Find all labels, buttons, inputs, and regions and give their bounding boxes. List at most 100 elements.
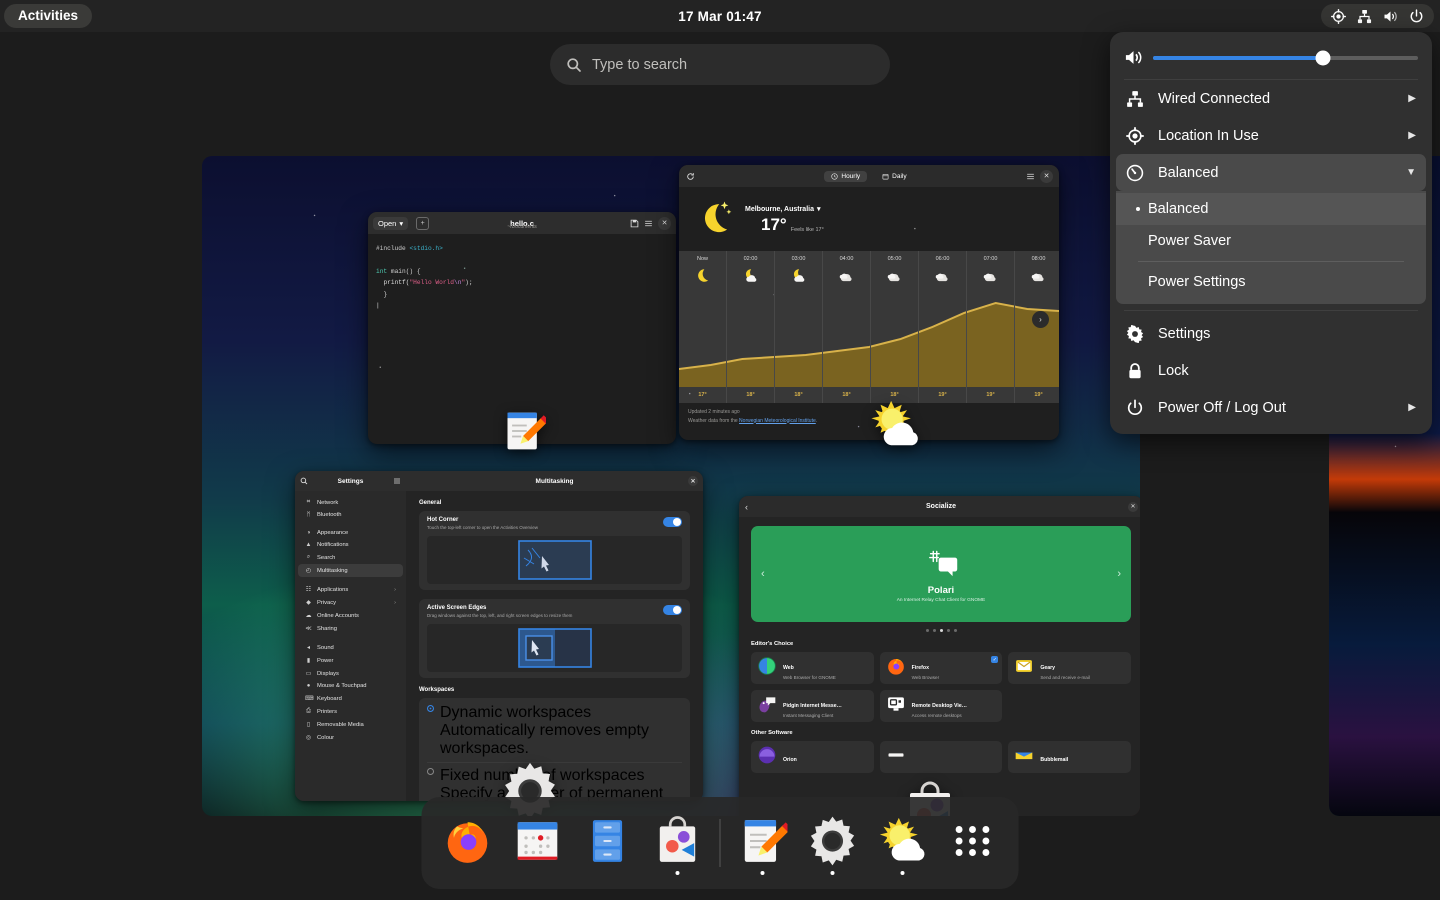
settings-label: Settings [1158,326,1210,342]
software-tile[interactable]: Remote Desktop Vie…Access remote desktop… [880,690,1003,722]
volume-slider[interactable] [1153,56,1418,60]
banner-next-button[interactable]: › [1117,568,1121,580]
tab-hourly[interactable]: Hourly [824,171,867,182]
sidebar-item-applications[interactable]: ☷Applications› [298,583,403,596]
active-edges-toggle[interactable] [663,605,682,615]
banner-dot[interactable] [926,629,929,632]
search-input[interactable]: Type to search [550,44,890,85]
software-tile[interactable]: GearySend and receive e-mail [1008,652,1131,684]
software-tile[interactable] [880,741,1003,773]
active-edges-subtitle: Drag windows against the top, left, and … [427,613,572,618]
close-icon[interactable]: ✕ [1040,170,1053,183]
hamburger-icon[interactable] [393,477,401,485]
dock-item-software[interactable] [650,813,706,873]
quick-setting-lock[interactable]: Lock [1116,352,1426,389]
dash-dock[interactable] [422,797,1019,889]
sidebar-item-multitasking[interactable]: ◴Multitasking [298,564,403,577]
workspace-option-dynamic[interactable]: Dynamic workspaces Automatically removes… [427,700,682,763]
power-settings-link[interactable]: Power Settings [1116,266,1426,298]
quick-setting-power-off-log-out[interactable]: Power Off / Log Out ▶ [1116,389,1426,426]
software-tile[interactable]: Bubblemail [1008,741,1131,773]
weather-city[interactable]: Melbourne, Australia ▾ [745,205,824,213]
dock-item-text-editor[interactable] [735,813,791,873]
hot-corner-toggle[interactable] [663,517,682,527]
sidebar-item-network[interactable]: ⌗Network [298,496,403,509]
close-icon[interactable]: ✕ [1128,502,1138,512]
power-profile-option-power-saver[interactable]: Power Saver [1116,225,1426,257]
back-arrow-icon[interactable]: ‹ [745,502,748,512]
sidebar-item-online-accounts[interactable]: ☁Online Accounts [298,609,403,622]
weather-source-link[interactable]: Norwegian Meteorological Institute [739,418,816,424]
software-tile[interactable]: FirefoxWeb Browser✓ [880,652,1003,684]
close-icon[interactable]: ✕ [688,476,698,486]
search-placeholder: Type to search [592,57,687,73]
dock-item-show-applications[interactable] [945,813,1001,873]
refresh-icon[interactable] [686,172,695,181]
power-profile-option-balanced[interactable]: Balanced [1116,193,1426,225]
banner-dot[interactable] [940,629,943,632]
quick-setting-power-profile[interactable]: Balanced ▼ [1116,154,1426,191]
software-featured-banner[interactable]: ‹ Polari An Internet Relay Chat Client f… [751,526,1131,622]
sidebar-item-sharing[interactable]: ≪Sharing [298,622,403,635]
sidebar-item-mouse-touchpad[interactable]: ●Mouse & Touchpad [298,680,403,692]
hamburger-icon[interactable] [644,219,653,228]
quick-setting-wired-connected[interactable]: Wired Connected ▶ [1116,80,1426,117]
quick-setting-location-in-use[interactable]: Location In Use ▶ [1116,117,1426,154]
chevron-down-icon[interactable]: ▼ [1406,167,1416,178]
sidebar-item-printers[interactable]: ⎙Printers [298,705,403,718]
sidebar-item-removable-media[interactable]: ▯Removable Media [298,718,403,731]
quick-settings-menu[interactable]: Wired Connected ▶ Location In Use ▶ Bala… [1110,32,1432,434]
sidebar-item-notifications[interactable]: ▲Notifications [298,539,403,551]
volume-icon[interactable] [1124,48,1143,67]
network-icon: ⌗ [305,499,312,506]
dock-item-files[interactable] [580,813,636,873]
setting-hot-corner[interactable]: Hot Corner Touch the top-left corner to … [419,511,690,590]
dock-item-firefox[interactable] [440,813,496,873]
settings-sidebar[interactable]: ⌗NetworkᛗBluetooth ◑Appearance▲Notificati… [295,491,406,801]
system-menu-button[interactable] [1321,4,1434,28]
search-icon[interactable] [300,477,308,485]
banner-dots[interactable] [751,629,1131,632]
orion-icon [757,745,777,770]
banner-dot[interactable] [954,629,957,632]
sidebar-item-colour[interactable]: ◎Colour [298,731,403,744]
dock-item-calendar[interactable] [510,813,566,873]
sidebar-item-sound[interactable]: ◂Sound [298,641,403,654]
power-profile-submenu[interactable]: Balanced Power Saver Power Settings [1116,191,1426,304]
software-tile[interactable]: Pidgin Internet Messe…Instant Messaging … [751,690,874,722]
quick-setting-settings[interactable]: Settings [1116,315,1426,352]
dock-item-settings[interactable] [805,813,861,873]
volume-slider-handle[interactable] [1315,50,1330,65]
window-settings[interactable]: Settings Multitasking ✕ ⌗NetworkᛗBluetoo… [295,471,703,801]
window-software[interactable]: ‹ Socialize ✕ ‹ Polari [739,496,1140,816]
hamburger-icon[interactable] [1026,172,1035,181]
workspace-thumbnail-current[interactable]: Open ▾ + hello.c ~/Documents ✕ #include … [202,156,1140,816]
banner-dot[interactable] [947,629,950,632]
close-icon[interactable]: ✕ [658,217,671,230]
fixed-workspaces-title: Fixed number of workspaces [440,767,682,785]
banner-dot[interactable] [933,629,936,632]
banner-prev-button[interactable]: ‹ [761,568,765,580]
software-tile[interactable]: Orion [751,741,874,773]
new-tab-icon[interactable]: + [416,217,429,230]
volume-row[interactable] [1110,38,1432,79]
sidebar-item-displays[interactable]: ▭Displays [298,667,403,680]
software-tile[interactable]: WebWeb Browser for GNOME [751,652,874,684]
editor-code-area[interactable]: #include <stdio.h> int main() { printf("… [368,234,676,321]
sidebar-item-search[interactable]: ⌕Search [298,551,403,564]
setting-active-edges[interactable]: Active Screen Edges Drag windows against… [419,599,690,678]
save-icon[interactable] [630,219,639,228]
location-in-use-label: Location In Use [1158,128,1259,144]
tab-daily[interactable]: Daily [875,171,913,182]
dock-item-weather[interactable] [875,813,931,873]
active-edges-illustration [518,628,592,668]
sidebar-item-power[interactable]: ▮Power [298,654,403,667]
weather-hourly-strip[interactable]: › Now17°02:0018°03:0018°04:0018°05:0018°… [679,251,1059,403]
sidebar-item-appearance[interactable]: ◑Appearance [298,527,403,539]
sidebar-item-privacy[interactable]: ◆Privacy› [298,596,403,609]
weather-next-button[interactable]: › [1032,311,1049,328]
clock-datetime[interactable]: 17 Mar 01:47 [0,9,1440,24]
sidebar-item-keyboard[interactable]: ⌨Keyboard [298,692,403,705]
editor-open-button[interactable]: Open ▾ [373,217,408,230]
sidebar-item-bluetooth[interactable]: ᛗBluetooth [298,509,403,521]
